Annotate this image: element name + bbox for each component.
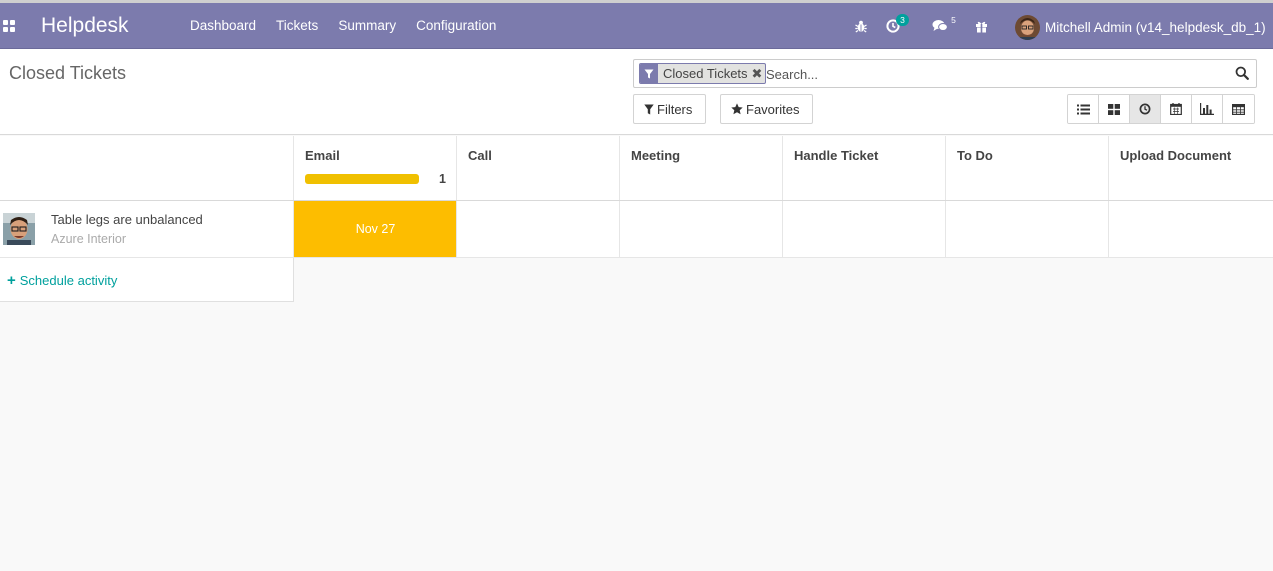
search-icon[interactable] — [1235, 66, 1250, 81]
column-header-to-do[interactable]: To Do — [945, 136, 1109, 200]
favorites-label: Favorites — [746, 101, 800, 117]
app-brand[interactable]: Helpdesk — [41, 14, 129, 38]
activity-cell-email[interactable]: Nov 27 — [293, 201, 457, 257]
activity-count-badge: 3 — [896, 14, 909, 26]
top-navbar: Helpdesk Dashboard Tickets Summary Confi… — [0, 0, 1273, 49]
calendar-view-icon[interactable] — [1161, 95, 1192, 123]
debug-menu[interactable] — [855, 17, 867, 35]
activity-cell-upload-document[interactable] — [1108, 201, 1273, 257]
menu-item-configuration[interactable]: Configuration — [416, 18, 496, 33]
view-switcher — [1067, 94, 1255, 124]
email-count: 1 — [439, 172, 446, 186]
column-header-call[interactable]: Call — [456, 136, 620, 200]
messaging-menu[interactable]: 5 — [932, 15, 956, 35]
apps-grid-icon[interactable] — [3, 20, 15, 32]
bug-icon — [855, 20, 867, 32]
menu-item-dashboard[interactable]: Dashboard — [190, 18, 256, 33]
message-count-badge: 5 — [951, 15, 956, 25]
column-title: Call — [468, 148, 492, 163]
chat-icon — [932, 20, 948, 31]
schedule-activity-row: + Schedule activity — [0, 258, 294, 302]
column-header-email[interactable]: Email 1 — [293, 136, 457, 200]
activity-cell-call[interactable] — [456, 201, 620, 257]
column-header-meeting[interactable]: Meeting — [619, 136, 783, 200]
kanban-view-icon[interactable] — [1099, 95, 1130, 123]
list-view-icon[interactable] — [1068, 95, 1099, 123]
table-row: Table legs are unbalanced Azure Interior… — [0, 201, 1273, 258]
menu-item-summary[interactable]: Summary — [338, 18, 396, 33]
schedule-activity-label: Schedule activity — [19, 273, 118, 288]
main-menu: Dashboard Tickets Summary Configuration — [190, 18, 516, 33]
column-title: Handle Ticket — [794, 148, 879, 163]
graph-view-icon[interactable] — [1192, 95, 1223, 123]
column-title: To Do — [957, 148, 993, 163]
page-title: Closed Tickets — [9, 63, 127, 83]
filter-icon — [644, 104, 654, 114]
column-title: Email — [305, 148, 340, 163]
user-avatar — [1015, 14, 1040, 40]
activity-menu[interactable]: 3 — [886, 14, 909, 35]
search-facet: Closed Tickets ✖ — [639, 63, 767, 84]
activity-cell-handle-ticket[interactable] — [782, 201, 946, 257]
activity-cell-meeting[interactable] — [619, 201, 783, 257]
column-header-upload-document[interactable]: Upload Document — [1108, 136, 1273, 200]
filter-facet-icon — [640, 64, 658, 83]
email-progress-bar[interactable] — [305, 174, 419, 184]
star-icon — [731, 103, 743, 115]
user-menu[interactable]: Mitchell Admin (v14_helpdesk_db_1) — [1015, 14, 1266, 40]
filters-label: Filters — [657, 101, 693, 117]
record-avatar — [3, 213, 35, 245]
control-panel: Closed Tickets Closed Tickets ✖ Filters … — [0, 49, 1273, 135]
gift-icon — [976, 21, 987, 32]
facet-label: Closed Tickets — [663, 66, 748, 81]
column-header-handle-ticket[interactable]: Handle Ticket — [782, 136, 946, 200]
schedule-activity-link[interactable]: + Schedule activity — [7, 272, 117, 289]
activity-cell-to-do[interactable] — [945, 201, 1109, 257]
search-input[interactable] — [766, 64, 1226, 84]
filters-button[interactable]: Filters — [633, 94, 706, 124]
menu-item-tickets[interactable]: Tickets — [276, 18, 318, 33]
plus-icon: + — [7, 272, 16, 289]
record-info[interactable]: Table legs are unbalanced Azure Interior — [0, 201, 293, 257]
record-partner: Azure Interior — [51, 232, 127, 246]
column-title: Meeting — [631, 148, 681, 163]
whats-new-menu[interactable] — [975, 17, 988, 35]
favorites-button[interactable]: Favorites — [720, 94, 813, 124]
user-name: Mitchell Admin (v14_helpdesk_db_1) — [1045, 19, 1266, 35]
activity-view-icon[interactable] — [1130, 95, 1161, 123]
column-title: Upload Document — [1120, 148, 1232, 163]
activity-header-row: Email 1 Call Meeting Handle Ticket To Do… — [0, 136, 1273, 201]
facet-remove-icon[interactable]: ✖ — [752, 64, 766, 83]
record-name: Table legs are unbalanced — [51, 212, 203, 227]
search-box: Closed Tickets ✖ — [633, 59, 1257, 88]
pivot-view-icon[interactable] — [1223, 95, 1254, 123]
